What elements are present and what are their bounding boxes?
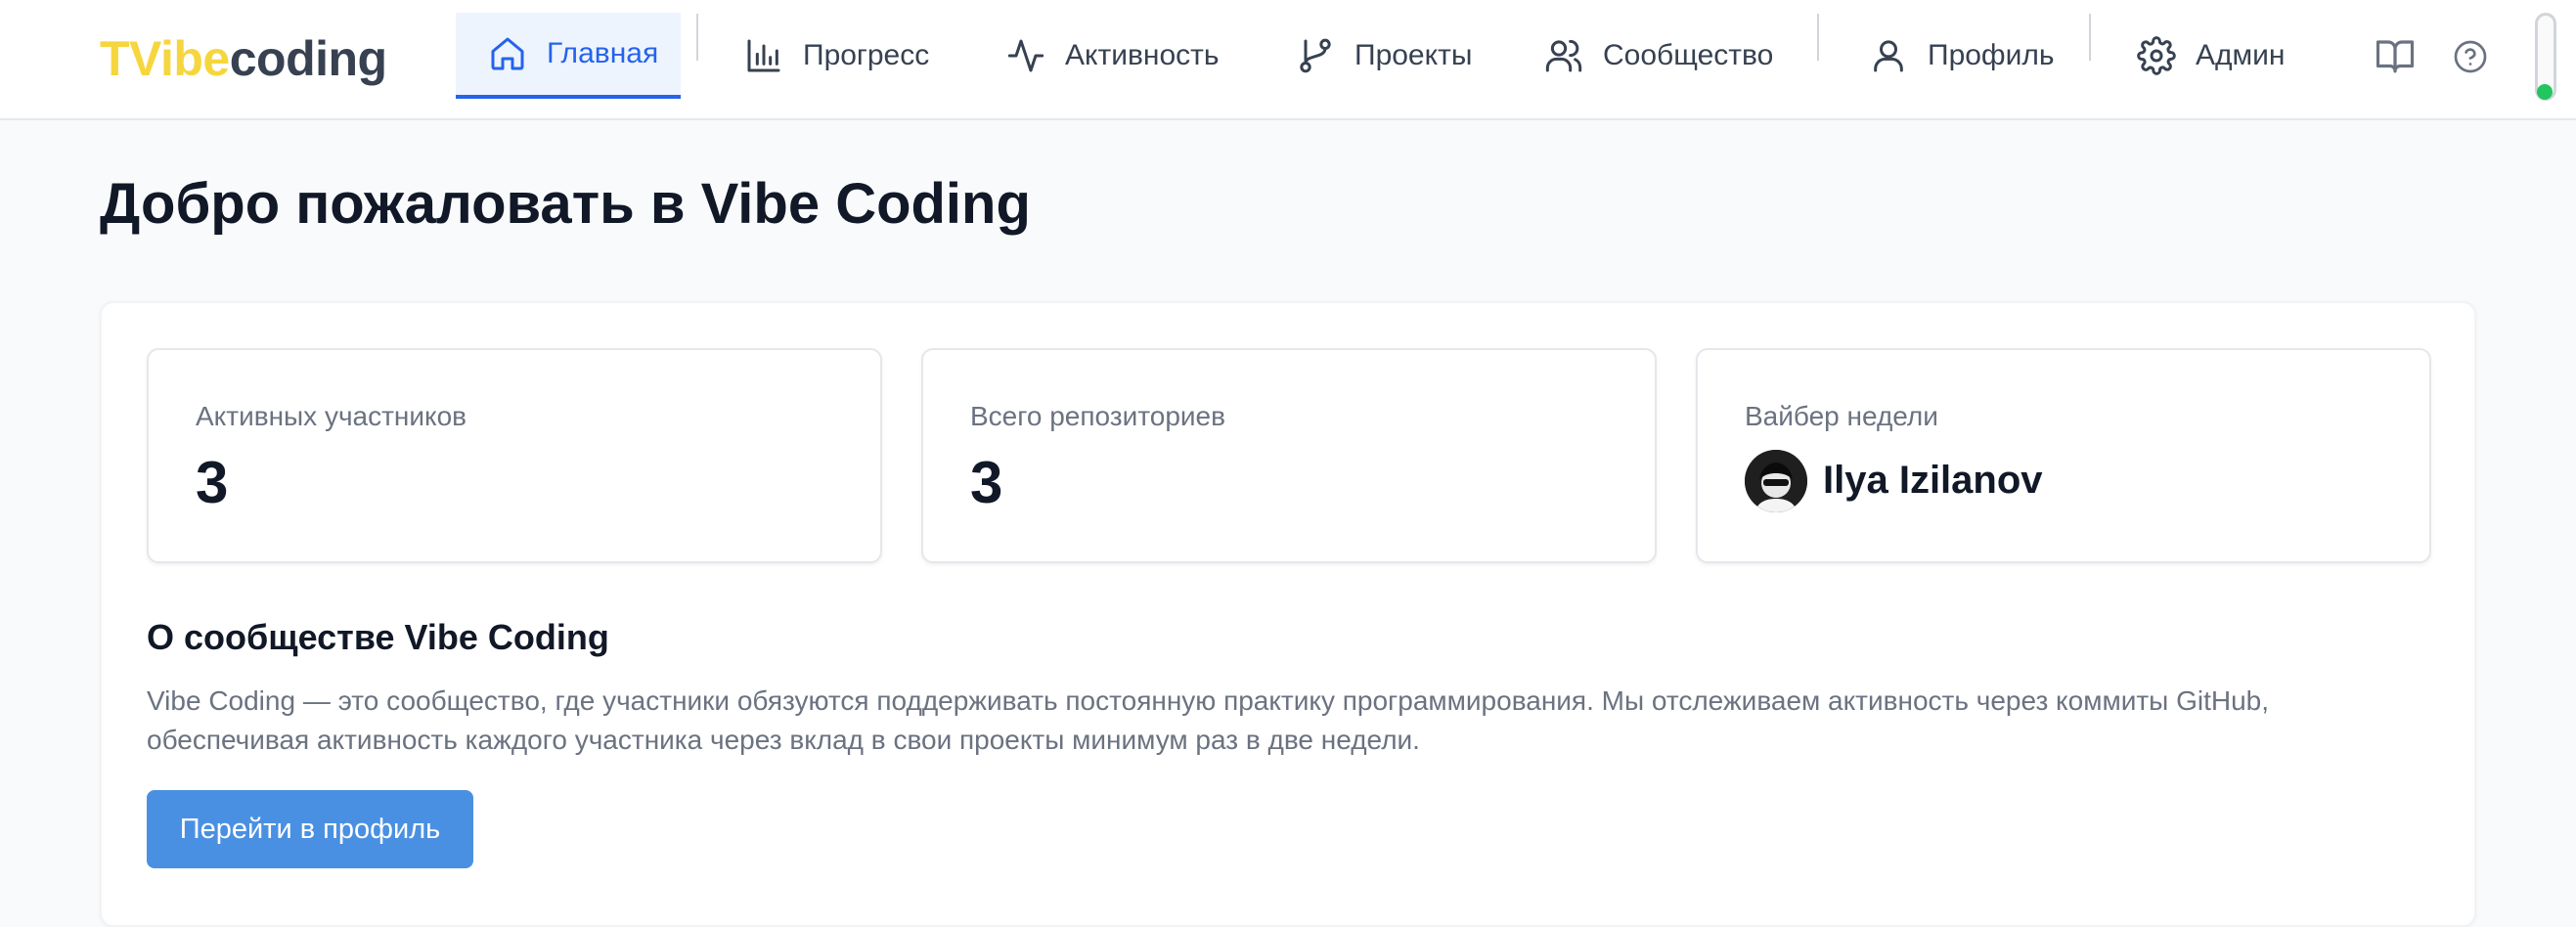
nav-progress[interactable]: Прогресс xyxy=(712,13,961,99)
home-icon xyxy=(491,37,524,70)
nav-admin-label: Админ xyxy=(2196,39,2286,71)
nav-home[interactable]: Главная xyxy=(456,13,681,99)
logo-part-1: TVibe xyxy=(100,31,230,86)
user-icon xyxy=(1874,40,1903,72)
nav-community-label: Сообщество xyxy=(1603,39,1774,71)
nav-admin[interactable]: Админ xyxy=(2105,13,2317,99)
nav-divider xyxy=(2089,14,2091,61)
book-icon[interactable] xyxy=(2375,35,2416,76)
stat-label: Вайбер недели xyxy=(1745,401,1938,431)
nav-projects[interactable]: Проекты xyxy=(1264,13,1504,99)
page-title: Добро пожаловать в Vibe Coding xyxy=(100,172,1031,236)
users-icon xyxy=(1545,39,1582,72)
about-title: О сообществе Vibe Coding xyxy=(147,617,609,657)
help-circle-icon[interactable] xyxy=(2453,39,2488,74)
logo-part-2: coding xyxy=(229,31,387,86)
nav-progress-label: Прогресс xyxy=(803,39,930,71)
nav-profile[interactable]: Профиль xyxy=(1837,13,2087,99)
avatar[interactable] xyxy=(1745,450,1807,512)
stat-value: 3 xyxy=(196,450,229,515)
top-nav: TVibecoding Главная Прогресс Активность … xyxy=(0,0,2576,120)
git-branch-icon xyxy=(1300,38,1331,73)
stat-card-active-members: Активных участников 3 xyxy=(147,348,882,563)
stat-label: Всего репозиториев xyxy=(970,401,1225,431)
nav-community[interactable]: Сообщество xyxy=(1512,13,1805,99)
nav-activity-label: Активность xyxy=(1065,39,1220,71)
go-to-profile-button[interactable]: Перейти в профиль xyxy=(147,790,473,868)
stat-card-viber-of-week: Вайбер недели Ilya Izilanov xyxy=(1696,348,2431,563)
stat-card-total-repos: Всего репозиториев 3 xyxy=(921,348,1657,563)
bar-chart-icon xyxy=(747,39,780,72)
nav-projects-label: Проекты xyxy=(1355,39,1473,71)
logo[interactable]: TVibecoding xyxy=(100,29,387,88)
viber-name[interactable]: Ilya Izilanov xyxy=(1823,454,2043,507)
status-dot xyxy=(2537,84,2553,100)
avatar-image xyxy=(1745,450,1807,512)
gear-icon xyxy=(2137,36,2176,75)
stat-label: Активных участников xyxy=(196,401,467,431)
nav-profile-label: Профиль xyxy=(1928,39,2055,71)
activity-icon xyxy=(1007,39,1044,72)
about-text: Vibe Coding — это сообщество, где участн… xyxy=(147,685,2269,755)
nav-divider xyxy=(696,14,698,61)
nav-activity[interactable]: Активность xyxy=(974,13,1252,99)
nav-divider xyxy=(1817,14,1819,61)
stat-value: 3 xyxy=(970,450,1003,515)
nav-home-label: Главная xyxy=(547,37,659,69)
